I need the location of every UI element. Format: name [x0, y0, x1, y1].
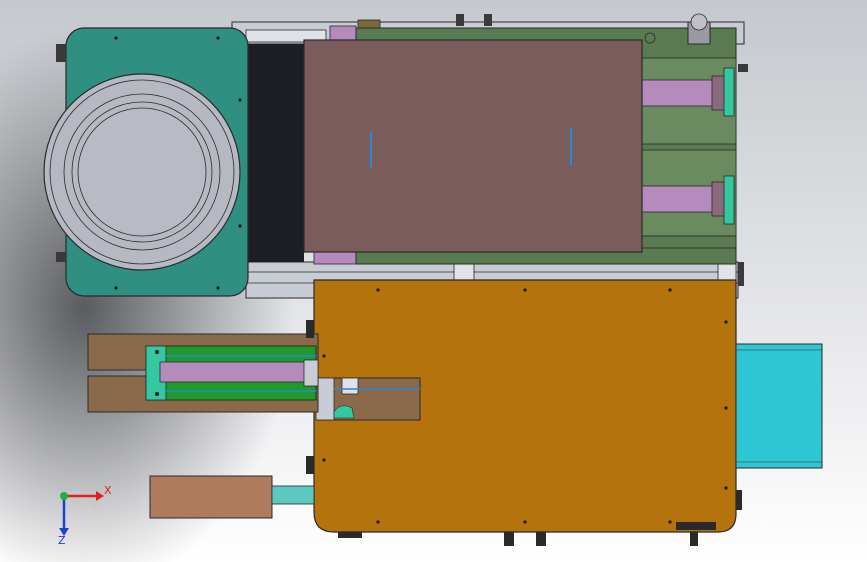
bracket-lower[interactable] [723, 175, 735, 225]
cyan-conveyor-block[interactable] [735, 343, 823, 469]
green-slide-assembly[interactable] [145, 345, 319, 401]
connector-tube[interactable] [271, 485, 315, 505]
y-axis-dot [60, 492, 68, 500]
x-axis-label: X [104, 484, 112, 497]
cavity-shadow [246, 44, 304, 262]
cutout-window[interactable] [315, 377, 421, 421]
brown-cover-plate[interactable] [303, 39, 643, 253]
cylinder-lower[interactable] [639, 185, 721, 213]
cylinder-upper[interactable] [639, 79, 721, 107]
bracket-upper[interactable] [723, 67, 735, 117]
rotary-disc[interactable] [43, 73, 241, 271]
cad-viewport[interactable]: X Z [0, 0, 867, 562]
model-canvas[interactable]: X Z [0, 0, 867, 562]
z-axis-label: Z [58, 534, 66, 547]
tan-motor-block[interactable] [149, 475, 273, 519]
